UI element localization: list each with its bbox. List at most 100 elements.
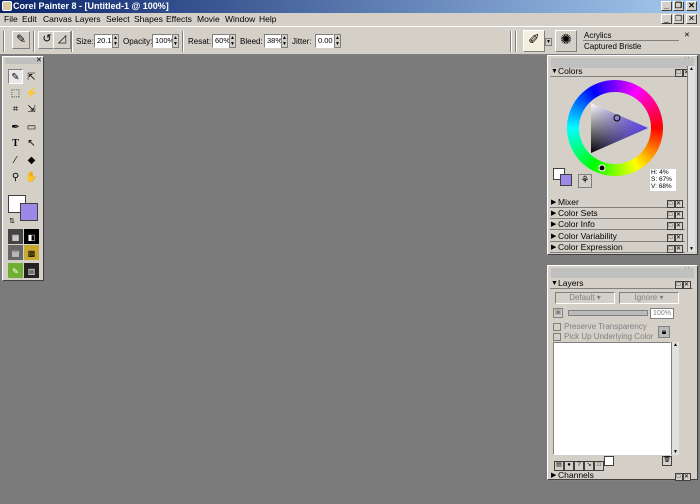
- swap-colors-icon[interactable]: ⇅: [9, 217, 15, 225]
- toolbox-close-icon[interactable]: ✕: [36, 56, 42, 64]
- brush-category-name[interactable]: Acrylics: [584, 31, 612, 40]
- delete-layer-icon[interactable]: 🗑︎: [662, 456, 672, 466]
- look-selector-icon[interactable]: ▥: [24, 263, 39, 278]
- brush-category-icon[interactable]: ✐: [523, 30, 545, 52]
- brush-icon[interactable]: ✎: [8, 69, 23, 84]
- hue-ring[interactable]: [566, 79, 664, 177]
- lock-icon[interactable]: 🔒︎: [658, 326, 670, 338]
- resat-spinner[interactable]: ▲ ▼: [229, 34, 236, 48]
- pen-icon[interactable]: ✒: [8, 119, 23, 134]
- opacity-field[interactable]: 100%: [152, 34, 174, 48]
- layers-group-grip[interactable]: [551, 268, 694, 278]
- hsv-readout: H: 4% S: 67% V: 68%: [650, 169, 676, 191]
- bleed-label: Bleed:: [240, 37, 263, 46]
- bleed-field[interactable]: 38%: [264, 34, 282, 48]
- title-bar: Corel Painter 8 - [Untitled-1 @ 100%] _ …: [0, 0, 700, 13]
- nozzle-selector-icon[interactable]: ✎: [8, 263, 23, 278]
- doc-minimize-button[interactable]: _: [661, 14, 672, 24]
- weaving-selector-icon[interactable]: ▩: [24, 245, 39, 260]
- paint-bucket-icon[interactable]: ◆: [24, 152, 39, 167]
- hue-readout: H: 4%: [651, 169, 669, 176]
- doc-restore-button[interactable]: ❐: [673, 14, 684, 24]
- layer-list-scrollbar[interactable]: ▲ ▼: [671, 342, 679, 455]
- layer-attributes-icon[interactable]: ▣: [553, 308, 563, 318]
- gradient-selector-icon[interactable]: ◧: [24, 229, 39, 244]
- colors-panel-header[interactable]: ▼ Colors □✕: [550, 66, 693, 77]
- layers-panel-title: Layers: [558, 278, 584, 288]
- menu-effects[interactable]: Effects: [166, 14, 192, 24]
- mixer-panel-header[interactable]: ▶ Mixer □ ✕: [550, 197, 685, 208]
- bleed-spinner[interactable]: ▲ ▼: [281, 34, 288, 48]
- main-color-chip[interactable]: [560, 174, 572, 186]
- brush-variant-icon[interactable]: ✺: [555, 30, 577, 52]
- menu-shapes[interactable]: Shapes: [134, 14, 163, 24]
- menu-help[interactable]: Help: [259, 14, 276, 24]
- rectangle-shape-icon[interactable]: ▭: [24, 119, 39, 134]
- color-sets-panel-header[interactable]: ▶ Color Sets □ ✕: [550, 208, 685, 219]
- color-expression-panel-header[interactable]: ▶ Color Expression □ ✕: [550, 242, 685, 253]
- grabber-hand-icon[interactable]: ✋: [24, 169, 39, 184]
- app-icon[interactable]: [2, 1, 12, 11]
- channels-panel-header[interactable]: ▶ Channels □ ✕: [550, 470, 693, 481]
- preserve-transparency-checkbox[interactable]: [553, 323, 561, 331]
- brush-category-dropdown[interactable]: ▼: [545, 38, 552, 46]
- pattern-selector-icon[interactable]: ▤: [8, 245, 23, 260]
- menu-file[interactable]: File: [4, 14, 18, 24]
- brush-variant-name[interactable]: Captured Bristle: [584, 42, 641, 51]
- menu-canvas[interactable]: Canvas: [43, 14, 72, 24]
- method-icon[interactable]: ◿: [53, 31, 71, 49]
- layer-list[interactable]: [553, 342, 671, 455]
- menu-select[interactable]: Select: [106, 14, 130, 24]
- composite-depth-dropdown[interactable]: Ignore ▾: [619, 292, 679, 304]
- window-title: Corel Painter 8 - [Untitled-1 @ 100%]: [13, 1, 169, 11]
- composite-method-dropdown[interactable]: Default ▾: [555, 292, 615, 304]
- color-variability-panel-header[interactable]: ▶ Color Variability □ ✕: [550, 231, 685, 242]
- layers-panel-group: ✕ ▼ Layers □✕ Default ▾ Ignore ▾ ▣ 100% …: [547, 265, 698, 481]
- brush-tool-icon[interactable]: ✎: [12, 31, 30, 49]
- menu-window[interactable]: Window: [225, 14, 255, 24]
- crop-icon[interactable]: ⌗: [8, 101, 23, 116]
- preserve-transparency-label: Preserve Transparency: [564, 322, 647, 331]
- color-info-panel-header[interactable]: ▶ Color Info □ ✕: [550, 219, 685, 230]
- magnifier-icon[interactable]: ⚲: [8, 169, 23, 184]
- text-icon[interactable]: T: [8, 135, 23, 150]
- layer-commands-bar: ▤ ●? ↘ □ 🗑︎: [554, 456, 680, 471]
- layer-adjuster-icon[interactable]: ⇱: [24, 69, 39, 84]
- rectangular-selection-icon[interactable]: ⬚: [8, 85, 23, 100]
- clone-color-icon[interactable]: ⚘: [578, 174, 592, 188]
- dropper-icon[interactable]: ⁄: [8, 152, 23, 167]
- jitter-field[interactable]: 0.00: [315, 34, 334, 48]
- layer-opacity-field[interactable]: 100%: [650, 308, 674, 319]
- minimize-button[interactable]: _: [661, 1, 672, 11]
- restore-button[interactable]: ❐: [673, 1, 684, 11]
- main-color-swatch[interactable]: [20, 203, 38, 221]
- property-bar: ✎ ↺ ◿ Size: 20.1 ▲ ▼ Opacity: 100% ▲ ▼ Res…: [0, 26, 700, 55]
- menu-layers[interactable]: Layers: [75, 14, 101, 24]
- jitter-spinner[interactable]: ▲ ▼: [334, 34, 341, 48]
- layer-blank-icon[interactable]: [604, 456, 614, 466]
- resat-label: Resat:: [188, 37, 212, 46]
- doc-close-button[interactable]: ✕: [686, 14, 697, 24]
- colors-scrollbar[interactable]: ▲ ▼: [687, 66, 695, 252]
- saturation-readout: S: 67%: [651, 176, 672, 183]
- property-bar-close-icon[interactable]: ✕: [684, 31, 690, 39]
- hue-marker[interactable]: [598, 164, 606, 172]
- opacity-slider[interactable]: [568, 310, 648, 316]
- brush-name-divider: [583, 40, 679, 41]
- opacity-spinner[interactable]: ▲ ▼: [172, 34, 179, 48]
- layers-panel-header[interactable]: ▼ Layers □ ✕: [550, 278, 693, 289]
- grip: [3, 31, 5, 52]
- size-spinner[interactable]: ▲ ▼: [112, 34, 119, 48]
- magic-wand-icon[interactable]: ⚡: [24, 85, 39, 100]
- pick-up-underlying-checkbox[interactable]: [553, 333, 561, 341]
- paper-selector-icon[interactable]: ▦: [8, 229, 23, 244]
- menu-movie[interactable]: Movie: [197, 14, 220, 24]
- menu-edit[interactable]: Edit: [22, 14, 37, 24]
- close-button[interactable]: ✕: [686, 1, 697, 11]
- selection-adjuster-icon[interactable]: ⇲: [24, 101, 39, 116]
- size-field[interactable]: 20.1: [94, 34, 112, 48]
- resat-field[interactable]: 60%: [212, 34, 230, 48]
- colors-panel-title: Colors: [558, 66, 583, 76]
- shape-selection-icon[interactable]: ↖: [24, 135, 39, 150]
- size-label: Size:: [76, 37, 94, 46]
